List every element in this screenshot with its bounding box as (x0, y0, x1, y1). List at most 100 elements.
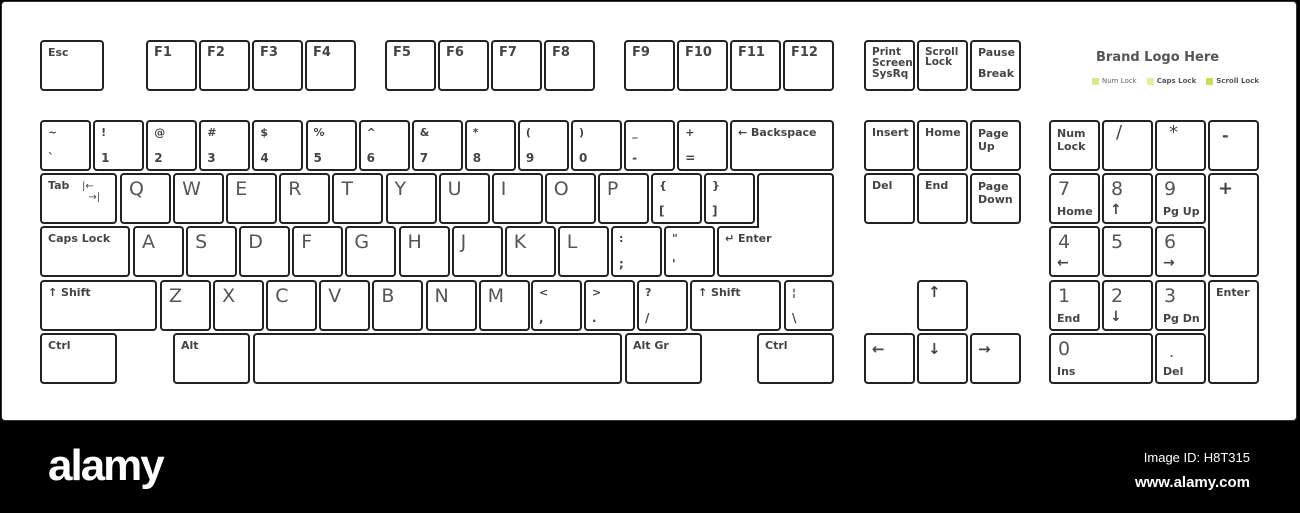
key-num4[interactable]: 4 ← (1049, 226, 1100, 277)
key-arrow-right[interactable]: → (970, 333, 1021, 384)
key-x[interactable]: X (213, 280, 265, 331)
key-f10[interactable]: F10 (677, 40, 728, 91)
key-c[interactable]: C (266, 280, 318, 331)
key-page-up[interactable]: Page Up (970, 120, 1021, 171)
key-num5[interactable]: 5 (1102, 226, 1153, 277)
key-num-decimal[interactable]: . Del (1155, 333, 1206, 384)
key-h[interactable]: H (398, 226, 450, 277)
key-esc[interactable]: Esc (40, 40, 104, 91)
key-num1[interactable]: 1 End (1049, 280, 1100, 331)
key-f3[interactable]: F3 (252, 40, 303, 91)
key-pause-break[interactable]: Pause Break (970, 40, 1021, 91)
key-alt-gr[interactable]: Alt Gr (625, 333, 702, 384)
key-slash[interactable]: ? / (637, 280, 688, 331)
key-number-5[interactable]: % 5 (305, 120, 357, 171)
key-space[interactable] (253, 333, 622, 384)
key-f6[interactable]: F6 (438, 40, 489, 91)
key-number-0[interactable]: ~ ` (40, 120, 91, 171)
key-shift-left[interactable]: ↑ Shift (40, 280, 157, 331)
key-i[interactable]: I (491, 173, 543, 224)
key-num-minus[interactable]: - (1208, 120, 1259, 171)
key-num-enter[interactable]: Enter (1208, 280, 1259, 384)
key-scroll-lock[interactable]: Scroll Lock (917, 40, 968, 91)
key-ctrl-right[interactable]: Ctrl (757, 333, 834, 384)
key-num7[interactable]: 7 Home (1049, 173, 1100, 224)
key-bracket-close[interactable]: }] (704, 173, 755, 224)
key-w[interactable]: W (173, 173, 225, 224)
key-number-6[interactable]: ^ 6 (358, 120, 410, 171)
key-insert[interactable]: Insert (864, 120, 915, 171)
key-semicolon[interactable]: :; (611, 226, 662, 277)
key-tab[interactable]: Tab |← →| (40, 173, 117, 224)
key-f7[interactable]: F7 (491, 40, 542, 91)
key-print-screen[interactable]: Print Screen SysRq (864, 40, 915, 91)
key-shift-right[interactable]: ↑ Shift (690, 280, 781, 331)
key-p[interactable]: P (597, 173, 649, 224)
key-number-4[interactable]: $4 (252, 120, 304, 171)
key-num8[interactable]: 8 ↑ (1102, 173, 1153, 224)
key-ctrl-left[interactable]: Ctrl (40, 333, 117, 384)
key-num-lock[interactable]: Num Lock (1049, 120, 1100, 171)
key-d[interactable]: D (239, 226, 291, 277)
key-arrow-left[interactable]: ← (864, 333, 915, 384)
key-q[interactable]: Q (120, 173, 171, 224)
key-b[interactable]: B (372, 280, 424, 331)
key-k[interactable]: K (504, 226, 556, 277)
key-number-7[interactable]: & 7 (411, 120, 463, 171)
key-arrow-up[interactable]: ↑ (917, 280, 968, 331)
key-f8[interactable]: F8 (544, 40, 595, 91)
key-e[interactable]: E (226, 173, 278, 224)
key-quote[interactable]: " ' (664, 226, 715, 277)
key-num-multiply[interactable]: * (1155, 120, 1206, 171)
key-f2[interactable]: F2 (199, 40, 250, 91)
key-v[interactable]: V (319, 280, 371, 331)
key-num3[interactable]: 3 Pg Dn (1155, 280, 1206, 331)
key-u[interactable]: U (438, 173, 490, 224)
key-m[interactable]: M (478, 280, 530, 331)
key-backspace[interactable]: ← Backspace (730, 120, 834, 171)
key-o[interactable]: O (544, 173, 596, 224)
key-number-12[interactable]: + = (677, 120, 729, 171)
key-j[interactable]: J (451, 226, 503, 277)
key-period[interactable]: >. (584, 280, 635, 331)
key-y[interactable]: Y (385, 173, 437, 224)
key-num-plus[interactable]: + (1208, 173, 1259, 277)
key-s[interactable]: S (186, 226, 238, 277)
key-z[interactable]: Z (160, 280, 211, 331)
key-r[interactable]: R (279, 173, 331, 224)
key-bracket-open[interactable]: {[ (651, 173, 702, 224)
key-g[interactable]: G (345, 226, 397, 277)
key-home[interactable]: Home (917, 120, 968, 171)
key-end[interactable]: End (917, 173, 968, 224)
key-f4[interactable]: F4 (305, 40, 356, 91)
key-backslash[interactable]: ¦ \ (784, 280, 834, 331)
key-num2[interactable]: 2 ↓ (1102, 280, 1153, 331)
key-number-11[interactable]: _ - (624, 120, 676, 171)
key-number-2[interactable]: @2 (146, 120, 198, 171)
key-l[interactable]: L (557, 226, 609, 277)
key-num9[interactable]: 9 Pg Up (1155, 173, 1206, 224)
key-arrow-down[interactable]: ↓ (917, 333, 968, 384)
key-f11[interactable]: F11 (730, 40, 781, 91)
key-caps-lock[interactable]: Caps Lock (40, 226, 130, 277)
key-n[interactable]: N (425, 280, 477, 331)
key-enter[interactable]: ↵ Enter (717, 226, 834, 277)
key-number-3[interactable]: #3 (199, 120, 251, 171)
key-number-1[interactable]: ! 1 (93, 120, 145, 171)
key-num-divide[interactable]: / (1102, 120, 1153, 171)
key-f1[interactable]: F1 (146, 40, 197, 91)
key-number-9[interactable]: (9 (517, 120, 569, 171)
key-num0[interactable]: 0 Ins (1049, 333, 1153, 384)
key-page-down[interactable]: Page Down (970, 173, 1021, 224)
key-f12[interactable]: F12 (783, 40, 834, 91)
key-num6[interactable]: 6 → (1155, 226, 1206, 277)
key-number-8[interactable]: * 8 (464, 120, 516, 171)
key-f[interactable]: F (292, 226, 344, 277)
key-a[interactable]: A (133, 226, 184, 277)
key-number-10[interactable]: ) 0 (571, 120, 622, 171)
key-delete[interactable]: Del (864, 173, 915, 224)
key-f5[interactable]: F5 (385, 40, 436, 91)
key-f9[interactable]: F9 (624, 40, 675, 91)
key-alt[interactable]: Alt (173, 333, 250, 384)
key-comma[interactable]: <, (531, 280, 582, 331)
